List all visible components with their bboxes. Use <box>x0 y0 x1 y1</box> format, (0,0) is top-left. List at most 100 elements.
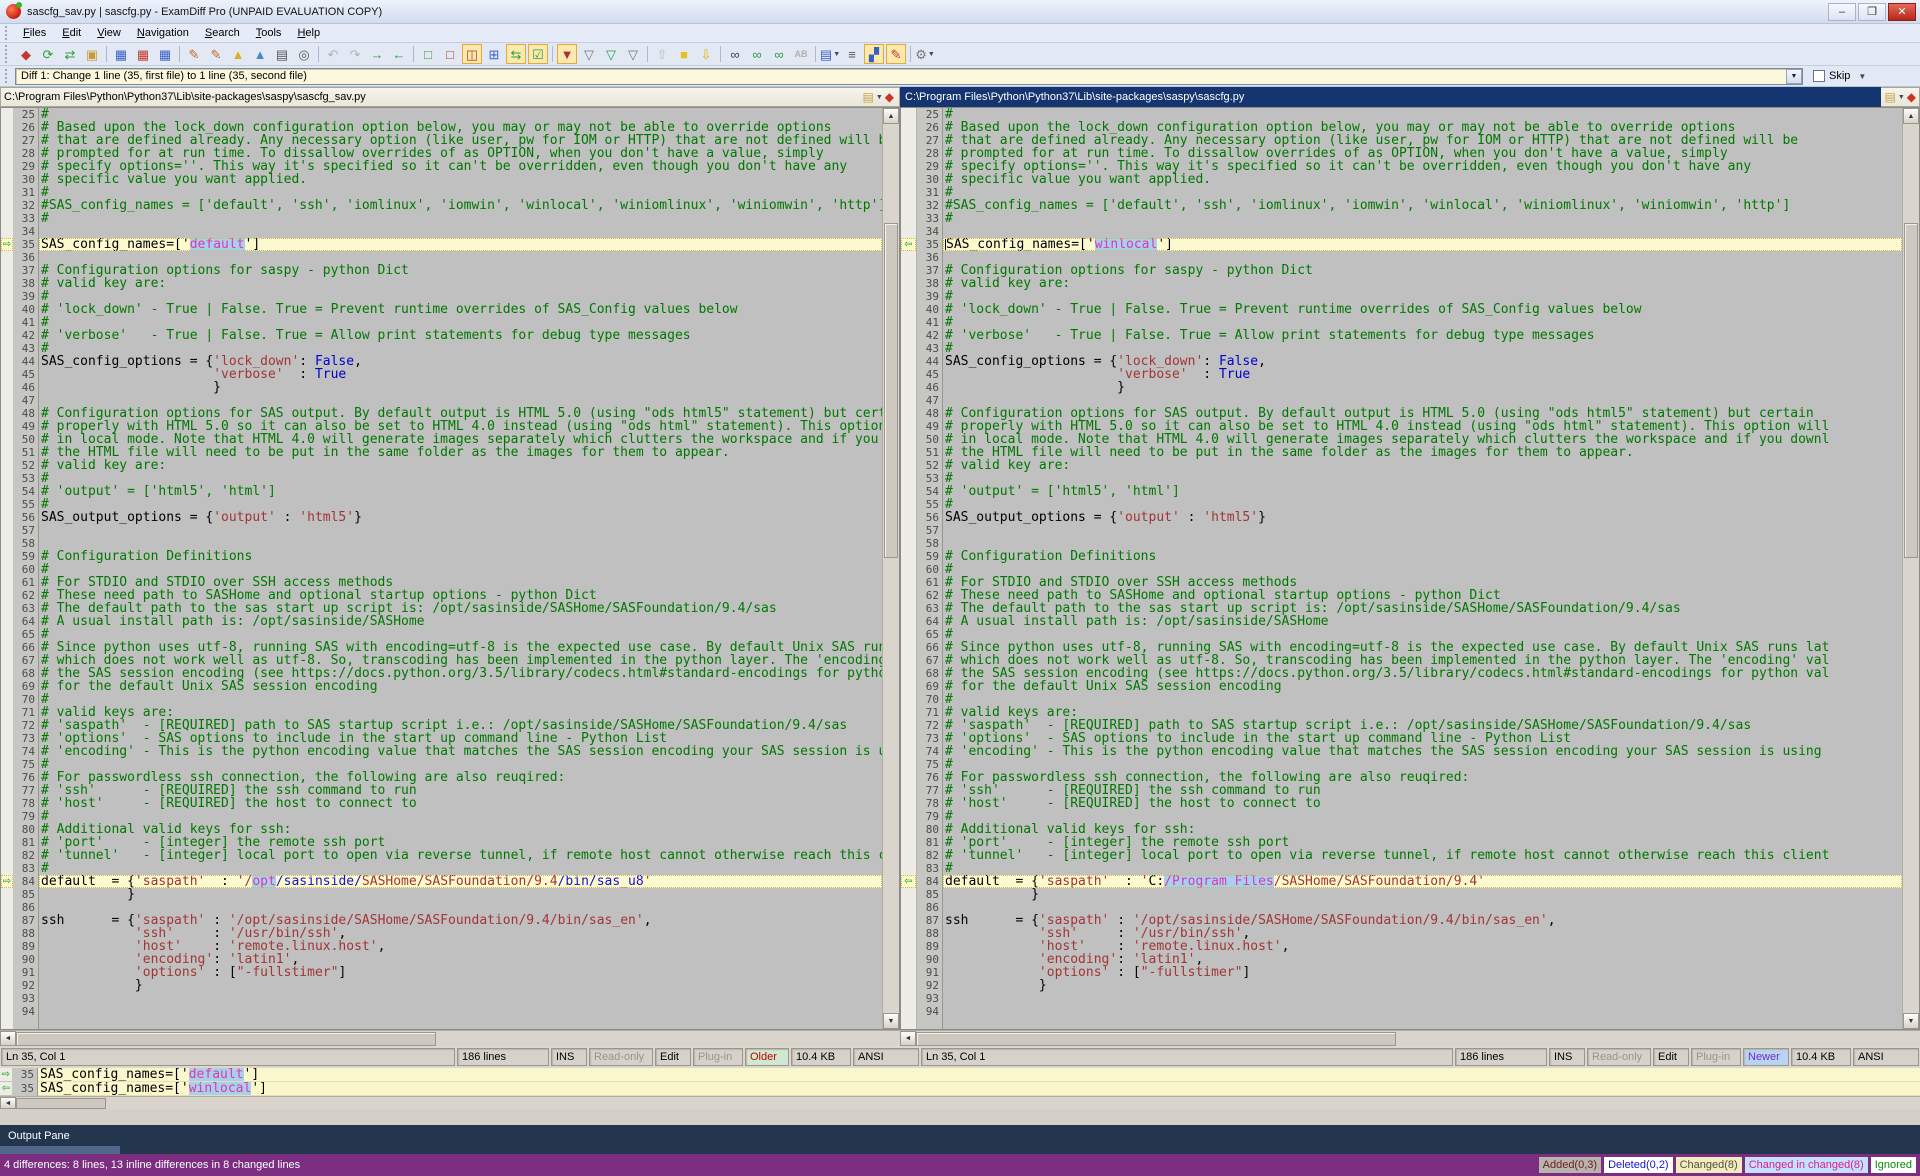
code-line[interactable]: 'verbose' : True <box>943 368 1902 381</box>
code-line[interactable] <box>943 1005 1902 1018</box>
first-pane-code[interactable]: ## Based upon the lock_down configuratio… <box>39 108 882 1029</box>
code-line[interactable]: # <box>943 563 1902 576</box>
code-line[interactable]: # 'ssh' - [REQUIRED] the ssh command to … <box>39 784 882 797</box>
examdiff-first-icon[interactable]: ◆ <box>885 90 894 104</box>
code-line[interactable] <box>39 901 882 914</box>
view-options-icon[interactable]: ▤▼ <box>820 44 840 64</box>
code-line[interactable]: # For STDIO and STDIO over SSH access me… <box>39 576 882 589</box>
code-line[interactable]: # <box>943 472 1902 485</box>
scroll-left-icon[interactable]: ◄ <box>900 1031 916 1046</box>
first-file-pane[interactable]: ⇨⇨ 2526272829303132333435363738394041424… <box>0 107 900 1030</box>
options-icon[interactable]: ⚙▼ <box>915 44 935 64</box>
code-line[interactable]: # 'tunnel' - [integer] local port to ope… <box>943 849 1902 862</box>
code-line[interactable]: # 'encoding' - This is the python encodi… <box>943 745 1902 758</box>
code-line[interactable]: # <box>39 758 882 771</box>
code-line[interactable]: # <box>943 290 1902 303</box>
print-icon[interactable]: ▤ <box>272 44 292 64</box>
output-pane-tab[interactable] <box>0 1146 120 1154</box>
code-line[interactable]: # 'host' - [REQUIRED] the host to connec… <box>39 797 882 810</box>
code-line[interactable] <box>943 225 1902 238</box>
menu-item-edit[interactable]: Edit <box>54 25 89 41</box>
code-line[interactable]: # specific value you want applied. <box>943 173 1902 186</box>
code-line[interactable]: # 'output' = ['html5', 'html'] <box>943 485 1902 498</box>
code-line[interactable]: # valid key are: <box>39 459 882 472</box>
next-diff-icon[interactable]: ⇩ <box>696 44 716 64</box>
code-line[interactable]: # specific value you want applied. <box>39 173 882 186</box>
menu-item-tools[interactable]: Tools <box>248 25 290 41</box>
print-second-icon[interactable]: ▤ <box>1884 90 1895 104</box>
diff-combo-dropdown-icon[interactable]: ▼ <box>1786 69 1802 84</box>
menu-grip[interactable] <box>5 26 10 40</box>
first-file-header[interactable]: C:\Program Files\Python\Python37\Lib\sit… <box>0 87 900 107</box>
save-all-icon[interactable]: ▦ <box>155 44 175 64</box>
code-line[interactable]: } <box>943 381 1902 394</box>
code-line[interactable]: # Configuration options for saspy - pyth… <box>943 264 1902 277</box>
code-line[interactable]: # 'lock_down' - True | False. True = Pre… <box>39 303 882 316</box>
code-line[interactable]: # <box>39 342 882 355</box>
find-icon[interactable]: ∞ <box>725 44 745 64</box>
scroll-down-icon[interactable]: ▼ <box>883 1013 899 1029</box>
find-next-icon[interactable]: ∞ <box>747 44 767 64</box>
code-line[interactable]: 'encoding': 'latin1', <box>39 953 882 966</box>
code-line[interactable]: # <box>39 316 882 329</box>
code-line[interactable]: # <box>39 693 882 706</box>
show-identical-filter-icon[interactable]: ▽ <box>579 44 599 64</box>
code-line[interactable] <box>39 1005 882 1018</box>
grid-view-icon[interactable]: ⊞ <box>484 44 504 64</box>
first-pane-vscrollbar[interactable]: ▲ ▼ <box>882 108 899 1029</box>
output-pane-header[interactable]: Output Pane <box>0 1125 1920 1146</box>
code-line[interactable]: } <box>39 888 882 901</box>
dropdown-arrow-icon[interactable]: ▼ <box>833 48 840 61</box>
code-line[interactable]: # the SAS session encoding (see https://… <box>39 667 882 680</box>
line-details-icon[interactable]: ≡ <box>842 44 862 64</box>
first-vscroll-thumb[interactable] <box>884 223 898 558</box>
code-line[interactable]: # 'options' - SAS options to include in … <box>943 732 1902 745</box>
print-preview-icon[interactable]: ◎ <box>294 44 314 64</box>
code-line[interactable]: } <box>39 979 882 992</box>
resize-strip[interactable] <box>0 1109 1920 1125</box>
code-line[interactable]: # that are defined already. Any necessar… <box>943 134 1902 147</box>
code-line[interactable]: # Additional valid keys for ssh: <box>943 823 1902 836</box>
code-line[interactable] <box>39 394 882 407</box>
code-line[interactable]: # <box>943 342 1902 355</box>
code-line[interactable]: # <box>39 498 882 511</box>
diffbar-grip[interactable] <box>5 69 10 83</box>
print-first-icon[interactable]: ▤ <box>862 90 873 104</box>
save-report-icon[interactable]: ▲ <box>228 44 248 64</box>
menu-item-files[interactable]: Files <box>15 25 54 41</box>
code-line[interactable]: # the SAS session encoding (see https://… <box>943 667 1902 680</box>
menu-item-help[interactable]: Help <box>289 25 328 41</box>
code-line[interactable]: 'options' : ["-fullstimer"] <box>39 966 882 979</box>
code-line[interactable]: # 'port' - [integer] the remote ssh port <box>943 836 1902 849</box>
second-hscroll-thumb[interactable] <box>916 1032 1396 1046</box>
code-line[interactable]: 'options' : ["-fullstimer"] <box>943 966 1902 979</box>
code-line[interactable]: # 'saspath' - [REQUIRED] path to SAS sta… <box>39 719 882 732</box>
first-pane-hscrollbar[interactable]: ◄ <box>0 1031 883 1046</box>
code-line[interactable]: # <box>39 862 882 875</box>
code-line[interactable]: # 'encoding' - This is the python encodi… <box>39 745 882 758</box>
code-line[interactable]: # 'port' - [integer] the remote ssh port <box>39 836 882 849</box>
code-line[interactable]: # The default path to the sas start up s… <box>39 602 882 615</box>
second-pane-code[interactable]: ## Based upon the lock_down configuratio… <box>943 108 1902 1029</box>
code-line[interactable]: #SAS_config_names = ['default', 'ssh', '… <box>943 199 1902 212</box>
code-line[interactable]: # Additional valid keys for ssh: <box>39 823 882 836</box>
code-line[interactable]: # These need path to SASHome and optiona… <box>39 589 882 602</box>
code-line[interactable]: # prompted for at run time. To dissallow… <box>943 147 1902 160</box>
code-line[interactable]: # which does not work well as utf-8. So,… <box>39 654 882 667</box>
code-line[interactable]: # 'verbose' - True | False. True = Allow… <box>39 329 882 342</box>
recompare-icon[interactable]: ⟳ <box>38 44 58 64</box>
code-line[interactable]: # properly with HTML 5.0 so it can also … <box>39 420 882 433</box>
split-view-icon[interactable]: ◫ <box>462 44 482 64</box>
code-line[interactable] <box>943 394 1902 407</box>
code-line[interactable]: # Configuration options for saspy - pyth… <box>39 264 882 277</box>
show-second-pane-icon[interactable]: □ <box>440 44 460 64</box>
second-file-pane[interactable]: ⇦⇦ 2526272829303132333435363738394041424… <box>900 107 1920 1030</box>
code-line[interactable]: # <box>943 810 1902 823</box>
code-line[interactable]: # A usual install path is: /opt/sasinsid… <box>943 615 1902 628</box>
code-line[interactable]: # for the default Unix SAS session encod… <box>943 680 1902 693</box>
code-line[interactable]: SAS_output_options = {'output' : 'html5'… <box>39 511 882 524</box>
code-line[interactable]: } <box>943 888 1902 901</box>
code-line[interactable]: # valid keys are: <box>39 706 882 719</box>
code-line[interactable]: # <box>39 290 882 303</box>
current-diff-icon[interactable]: ■ <box>674 44 694 64</box>
